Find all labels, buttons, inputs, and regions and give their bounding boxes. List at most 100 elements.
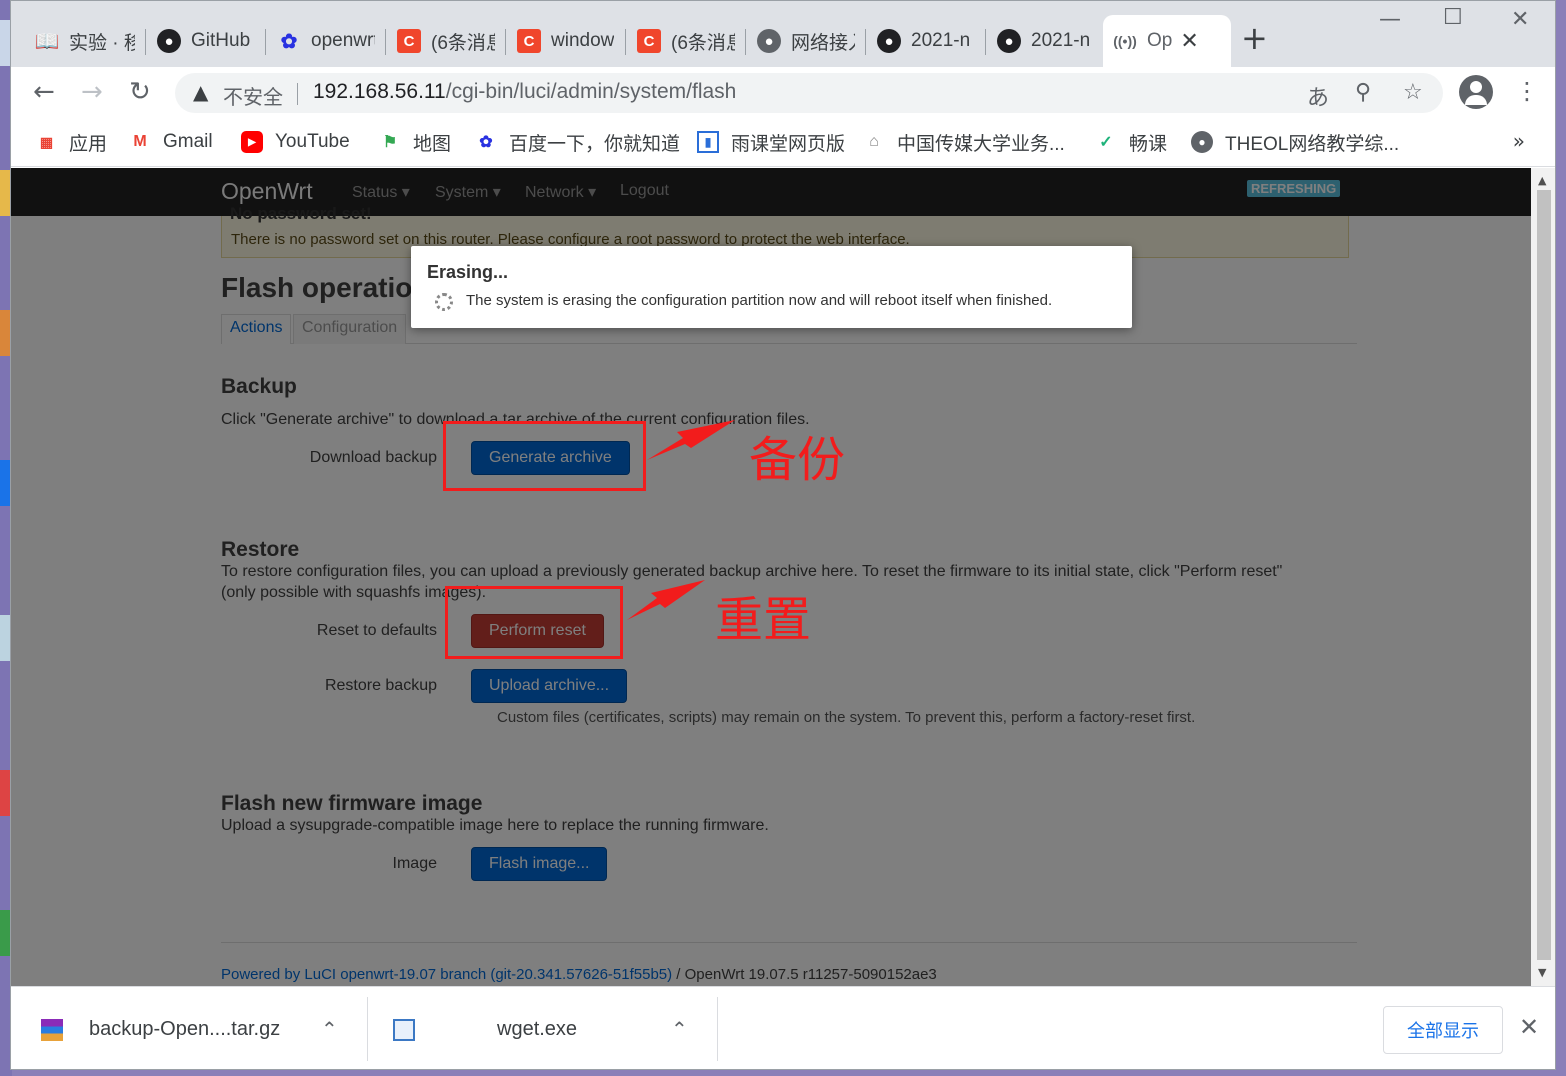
chevron-right-icon[interactable]: » (1513, 129, 1525, 153)
browser-tab[interactable]: ● GitHub (147, 15, 265, 67)
yuketang-icon: ▮ (697, 131, 719, 153)
download-filename: wget.exe (497, 1017, 578, 1040)
download-item[interactable]: backup-Open....tar.gz (89, 987, 281, 1069)
browser-tab[interactable]: C (6条消息 (387, 15, 505, 67)
tab-strip: 📖 实验 · 移 ● GitHub ✿ openwrt C (6条消息 C wi… (11, 1, 1555, 67)
bookmark-gmail[interactable]: M Gmail (129, 129, 212, 155)
tab-title: 网络接入 (791, 32, 855, 54)
tab-title: Op (1147, 30, 1173, 51)
baidu-icon: ✿ (479, 134, 493, 151)
csdn-icon: C (397, 29, 421, 53)
close-downloads-icon[interactable]: ✕ (1519, 1013, 1539, 1041)
backup-arrow (647, 420, 735, 460)
scroll-thumb[interactable] (1537, 190, 1551, 960)
bookmark-maps[interactable]: ⚑ 地图 (379, 129, 451, 155)
warning-icon[interactable]: ▲ (193, 80, 208, 104)
bookmark-yuketang[interactable]: ▮ 雨课堂网页版 (697, 129, 845, 155)
browser-tab[interactable]: ✿ openwrt (267, 15, 385, 67)
browser-window: 📖 实验 · 移 ● GitHub ✿ openwrt C (6条消息 C wi… (10, 0, 1556, 1070)
chevron-up-icon[interactable]: ⌃ (321, 1017, 338, 1041)
translate-icon[interactable]: あ (1307, 80, 1329, 112)
apps-grid-icon: ▦ (39, 133, 53, 150)
bookmark-youtube[interactable]: ▶ YouTube (241, 129, 350, 155)
csdn-icon: C (637, 29, 661, 53)
tab-title: 2021-n (1031, 30, 1091, 51)
bookmarks-bar: ▦ 应用 M Gmail ▶ YouTube ⚑ 地图 ✿ 百度一下，你就知道 … (11, 119, 1555, 167)
back-icon[interactable]: ← (33, 77, 55, 107)
spinner-icon (435, 293, 453, 311)
tab-title: (6条消息 (671, 32, 735, 54)
menu-kebab-icon[interactable]: ⋮ (1515, 77, 1539, 105)
download-item[interactable]: wget.exe (497, 987, 578, 1069)
bookmark-label: 中国传媒大学业务... (897, 133, 1065, 155)
erasing-modal: Erasing... The system is erasing the con… (411, 246, 1132, 328)
bookmark-label: 地图 (413, 133, 452, 155)
show-all-downloads-button[interactable]: 全部显示 (1383, 1006, 1503, 1054)
bookmark-theol[interactable]: ● THEOL网络教学综... (1191, 129, 1399, 155)
new-tab-icon[interactable]: + (1241, 22, 1268, 54)
tab-title: 2021-n (911, 30, 971, 51)
broadcast-icon: ((•)) (1113, 33, 1137, 49)
bookmark-changke[interactable]: ✓ 畅课 (1095, 129, 1167, 155)
maps-icon: ⚑ (382, 134, 398, 151)
bookmark-label: 应用 (69, 133, 108, 155)
bookmark-cuc[interactable]: ⌂ 中国传媒大学业务... (863, 129, 1065, 155)
tab-title: GitHub (191, 30, 251, 51)
backup-annotation: 备份 (749, 432, 846, 488)
browser-tab[interactable]: C (6条消息 (627, 15, 745, 67)
bookmark-label: 畅课 (1129, 133, 1168, 155)
bookmark-baidu[interactable]: ✿ 百度一下，你就知道 (475, 129, 680, 155)
browser-toolbar: ← → ↻ ▲ 不安全 192.168.56.11/cgi-bin/luci/a… (11, 67, 1555, 119)
not-secure-label[interactable]: 不安全 (223, 81, 283, 110)
close-tab-icon[interactable]: ✕ (1180, 28, 1198, 54)
profile-avatar-icon[interactable] (1459, 75, 1493, 109)
page-viewport: OpenWrt Status ▾ System ▾ Network ▾ Logo… (11, 168, 1531, 986)
exe-icon (393, 1019, 415, 1041)
book-icon: 📖 (34, 30, 60, 53)
gmail-icon: M (133, 133, 147, 150)
browser-tab[interactable]: 📖 实验 · 移 (25, 15, 145, 67)
tab-title: 实验 · 移 (69, 32, 135, 54)
backup-highlight-box (443, 421, 646, 491)
reset-arrow (627, 580, 705, 620)
download-filename: backup-Open....tar.gz (89, 1017, 281, 1040)
forward-icon[interactable]: → (81, 77, 103, 107)
minimize-icon[interactable]: — (1379, 7, 1401, 32)
browser-tab-active[interactable]: ((•)) Op ✕ (1103, 15, 1231, 67)
tab-title: openwrt (311, 30, 375, 51)
url-path: /cgi-bin/luci/admin/system/flash (445, 80, 737, 103)
reload-icon[interactable]: ↻ (129, 77, 151, 107)
archive-icon (41, 1019, 63, 1041)
url-text[interactable]: 192.168.56.11/cgi-bin/luci/admin/system/… (313, 80, 736, 104)
star-icon[interactable]: ☆ (1403, 80, 1423, 105)
github-icon: ● (997, 29, 1021, 53)
chevron-up-icon[interactable]: ⌃ (671, 1017, 688, 1041)
url-host: 192.168.56.11 (313, 80, 446, 103)
address-divider (297, 83, 298, 105)
changke-icon: ✓ (1099, 134, 1113, 151)
browser-tab[interactable]: ● 网络接入 (747, 15, 865, 67)
reset-highlight-box (445, 586, 623, 659)
bookmark-label: YouTube (275, 131, 350, 152)
zoom-icon[interactable]: ⚲ (1355, 80, 1371, 105)
globe-icon: ● (757, 29, 781, 53)
browser-tab[interactable]: ● 2021-n (987, 15, 1101, 67)
modal-text: The system is erasing the configuration … (466, 292, 1053, 309)
address-bar[interactable]: ▲ 不安全 192.168.56.11/cgi-bin/luci/admin/s… (175, 73, 1443, 113)
bookmark-label: 百度一下，你就知道 (509, 133, 681, 155)
close-window-icon[interactable]: ✕ (1511, 7, 1529, 32)
github-icon: ● (157, 29, 181, 53)
page-scrollbar[interactable]: ▲ ▼ (1531, 168, 1555, 986)
reset-annotation: 重置 (715, 592, 812, 648)
scroll-up-icon[interactable]: ▲ (1538, 174, 1546, 187)
browser-tab[interactable]: ● 2021-n (867, 15, 985, 67)
scroll-down-icon[interactable]: ▼ (1538, 966, 1546, 979)
home-icon: ⌂ (869, 133, 879, 150)
bookmark-apps[interactable]: ▦ 应用 (35, 129, 107, 155)
browser-tab[interactable]: C window (507, 15, 625, 67)
github-icon: ● (877, 29, 901, 53)
youtube-icon: ▶ (241, 131, 263, 153)
maximize-icon[interactable]: ☐ (1443, 5, 1463, 30)
modal-title: Erasing... (427, 262, 509, 282)
csdn-icon: C (517, 29, 541, 53)
